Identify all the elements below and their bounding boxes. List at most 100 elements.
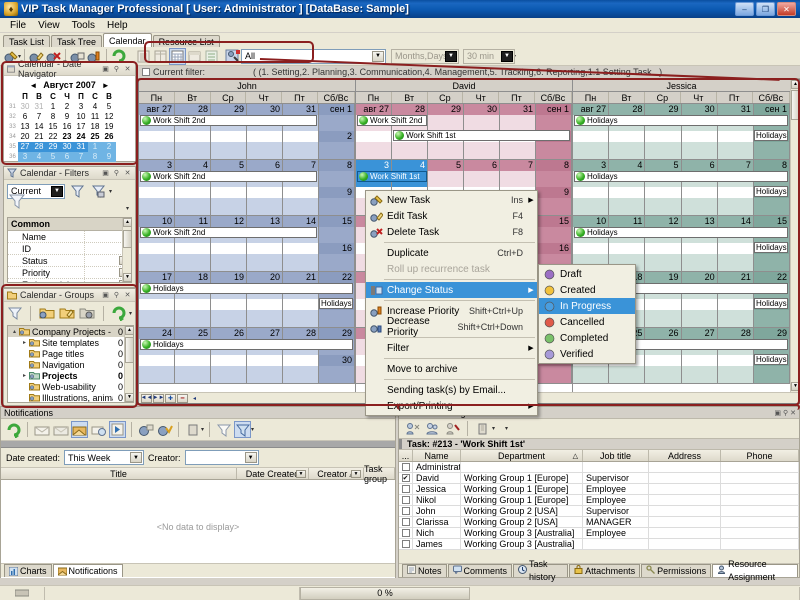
day-number[interactable]: 24	[139, 328, 175, 339]
tab-resource-list[interactable]: Resource List	[152, 35, 220, 47]
day-number[interactable]: 21	[283, 272, 319, 283]
table-row[interactable]: James Working Group 3 [Australia]	[399, 539, 799, 550]
notif-overflow-arrow-2[interactable]: ▾	[251, 426, 254, 433]
day-cell-2[interactable]	[211, 142, 247, 159]
expander-icon[interactable]: ▸	[20, 339, 29, 346]
day-cell-2[interactable]	[247, 142, 283, 159]
menu-help[interactable]: Help	[101, 19, 134, 32]
day-number[interactable]: 28	[717, 328, 754, 339]
scroll-up-arrow-2[interactable]: ▲	[125, 326, 133, 335]
menu-item[interactable]: Filter ▶	[366, 340, 537, 356]
notif-overflow-arrow[interactable]: ▾	[201, 426, 204, 433]
filter-row[interactable]: Name	[8, 231, 131, 243]
table-row[interactable]: Administrator	[399, 462, 799, 473]
pin-icon-5[interactable]: ⚲	[783, 409, 788, 417]
day-number[interactable]: 18	[175, 272, 211, 283]
calendar-day-cell[interactable]: 14	[32, 122, 46, 132]
column-job-title[interactable]: Job title	[583, 450, 649, 461]
calendar-day-cell[interactable]: 17	[74, 122, 88, 132]
menu-item[interactable]: Change Status ▶	[366, 282, 537, 298]
calendar-day-cell[interactable]: 28	[32, 142, 46, 152]
day-cell[interactable]	[428, 115, 464, 131]
res-overflow-arrow-2[interactable]: ▾	[505, 425, 508, 432]
calendar-day-cell[interactable]: 20	[18, 132, 32, 142]
week-row[interactable]: авг 2728293031сен 12Work Shift 2ndWork S…	[356, 104, 572, 160]
day-cell-2[interactable]	[609, 366, 646, 383]
calendar-day-cell[interactable]: 25	[88, 132, 102, 142]
panel-tab[interactable]: Resource Assignment	[712, 559, 798, 582]
tab-task-tree[interactable]: Task Tree	[51, 35, 103, 47]
calendar-day-cell[interactable]: 27	[18, 142, 32, 152]
menu-item[interactable]: Sending task(s) by Email...	[366, 382, 537, 398]
day-number[interactable]: 14	[717, 216, 754, 227]
day-cell-2[interactable]	[681, 310, 718, 327]
mark-read-icon[interactable]	[33, 421, 50, 438]
day-cell-2[interactable]	[356, 142, 392, 159]
day-number[interactable]: 31	[283, 104, 319, 115]
day-cell-weekend-2[interactable]	[753, 142, 791, 159]
day-number[interactable]: 19	[645, 272, 682, 283]
day-number[interactable]: 12	[211, 216, 247, 227]
filters-overflow-arrow[interactable]: ▾	[109, 188, 112, 195]
calendar-day-cell[interactable]: 3	[18, 152, 32, 162]
day-cell-weekend[interactable]	[319, 227, 355, 243]
column-phone[interactable]: Phone	[721, 450, 799, 461]
group-row[interactable]: ▸ Projects 0	[8, 370, 133, 381]
menu-tools[interactable]: Tools	[66, 19, 101, 32]
scroll-down-arrow-2[interactable]: ▼	[125, 393, 133, 402]
day-cell-2[interactable]	[139, 366, 175, 383]
day-number[interactable]: 29	[211, 104, 247, 115]
day-number-weekend-2[interactable]: 9	[319, 187, 355, 198]
day-cell-2[interactable]	[681, 142, 718, 159]
day-cell-2[interactable]	[609, 198, 646, 215]
group-add-icon[interactable]	[38, 305, 55, 322]
calendar-scroll-down[interactable]: ▼	[791, 382, 799, 391]
calendar-day-cell[interactable]: 12	[102, 112, 116, 122]
pin-icon[interactable]: ⚲	[112, 65, 121, 74]
calendar-day-cell[interactable]: 7	[32, 112, 46, 122]
calendar-day-cell[interactable]: 6	[60, 152, 74, 162]
row-select-cell[interactable]	[399, 517, 413, 527]
day-number[interactable]: 27	[681, 328, 718, 339]
day-cell-weekend-2[interactable]	[753, 310, 791, 327]
group-row[interactable]: Navigation 0	[8, 359, 133, 370]
day-cell-2[interactable]	[681, 366, 718, 383]
chevron-down-icon-3[interactable]: ▼	[501, 50, 514, 62]
day-number[interactable]: 14	[283, 216, 319, 227]
calendar-day-cell[interactable]: 5	[46, 152, 60, 162]
scale-combo[interactable]: Months,Days ▼	[391, 48, 460, 64]
day-number[interactable]: 10	[139, 216, 175, 227]
filter-row[interactable]: Priority ▼	[8, 267, 131, 279]
calendar-day-cell[interactable]: 9	[102, 152, 116, 162]
calendar-day-cell[interactable]: 19	[102, 122, 116, 132]
day-cell-2[interactable]	[247, 310, 283, 327]
day-number-weekend-2[interactable]: 30	[319, 355, 355, 366]
table-row[interactable]: Nikol Working Group 1 [Europe] Employee	[399, 495, 799, 506]
calendar-day-cell[interactable]: 10	[74, 112, 88, 122]
calendar-day-cell[interactable]: 9	[60, 112, 74, 122]
panel-menu-icon[interactable]: ▣	[101, 65, 110, 74]
row-select-cell[interactable]	[399, 528, 413, 538]
filter-apply-icon[interactable]	[69, 183, 86, 200]
chevron-down-icon-4[interactable]: ▼	[51, 185, 63, 197]
day-cell-2[interactable]	[175, 366, 211, 383]
menu-item[interactable]: Duplicate Ctrl+D	[366, 245, 537, 261]
day-cell-weekend-2[interactable]	[319, 142, 355, 159]
expander-icon[interactable]: ▴	[10, 328, 19, 335]
calendar-event[interactable]: Work Shift 2nd	[140, 227, 317, 238]
group-filter-icon[interactable]	[7, 305, 23, 322]
calendar-day-cell[interactable]: 23	[60, 132, 74, 142]
day-cell[interactable]	[500, 115, 536, 131]
row-checkbox[interactable]	[401, 529, 410, 537]
day-number[interactable]: 4	[392, 160, 428, 171]
calendar-scroll-up[interactable]: ▲	[791, 80, 799, 89]
change-status-submenu[interactable]: Draft Created In Progress Cancelled Complete…	[538, 264, 636, 364]
filter-off-icon[interactable]	[215, 421, 232, 438]
calendar-day-cell[interactable]: 4	[88, 102, 102, 112]
day-cell-2[interactable]	[283, 142, 319, 159]
row-checkbox[interactable]: ✔	[401, 474, 410, 482]
calendar-event[interactable]: Holidays	[574, 115, 788, 126]
first-week-button[interactable]: ◄◄	[141, 393, 152, 403]
day-cell-2[interactable]	[500, 142, 536, 159]
menu-view[interactable]: View	[32, 19, 66, 32]
